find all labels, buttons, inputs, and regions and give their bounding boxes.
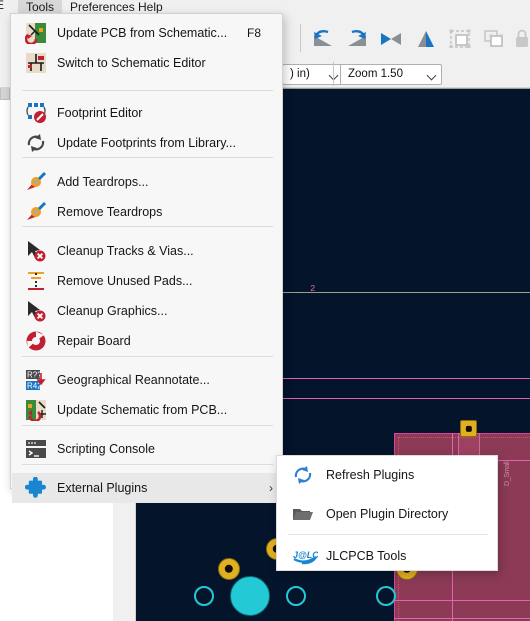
toolbar-mirror-vertical-icon[interactable] — [413, 28, 439, 50]
zoom-select-value: Zoom 1.50 — [348, 68, 403, 80]
scripting-console-icon — [25, 438, 47, 460]
update-schematic-from-pcb-icon — [25, 399, 47, 423]
remove-unused-pads-icon — [25, 270, 47, 292]
menu-item-cleanup-tracks-vias[interactable]: Cleanup Tracks & Vias... — [12, 236, 283, 266]
via-ring-b — [286, 586, 306, 606]
menu-item-label: Remove Unused Pads... — [57, 274, 193, 288]
svg-text:R??: R?? — [27, 371, 42, 380]
via-ring-a — [194, 586, 214, 606]
submenu-item-refresh-plugins[interactable]: Refresh Plugins — [278, 460, 498, 490]
submenu-item-label: JLCPCB Tools — [326, 549, 407, 563]
chevron-down-icon — [426, 70, 437, 81]
switch-to-schematic-editor-icon — [25, 52, 47, 74]
menu-item-label: Add Teardrops... — [57, 175, 149, 189]
menu-item-repair-board[interactable]: Repair Board — [12, 326, 283, 356]
update-footprints-from-library-icon — [25, 132, 47, 154]
menu-item-geographical-reannotate[interactable]: R?? R42 Geographical Reannotate... — [12, 365, 283, 395]
menu-separator — [22, 425, 273, 426]
submenu-item-open-plugin-directory[interactable]: Open Plugin Directory — [278, 499, 498, 529]
menubar: E Tools Preferences Help — [0, 0, 530, 14]
menu-item-label: Repair Board — [57, 334, 131, 348]
toolbar-redo-icon[interactable] — [344, 28, 370, 50]
footprint-editor-icon — [25, 102, 47, 124]
menu-item-label: Cleanup Graphics... — [57, 304, 168, 318]
menu-separator — [22, 90, 273, 91]
geographical-reannotate-icon: R?? R42 — [25, 369, 47, 391]
menu-item-footprint-editor[interactable]: Footprint Editor — [12, 98, 283, 128]
cleanup-tracks-vias-icon — [25, 240, 47, 262]
tools-menu-popup[interactable]: Update PCB from Schematic... F8 Switch t… — [10, 13, 283, 503]
pad-a — [218, 558, 240, 580]
jlcpcb-tools-icon: J@LC — [292, 545, 319, 567]
refresh-plugins-icon — [292, 464, 314, 486]
menu-item-label: Scripting Console — [57, 442, 155, 456]
external-plugins-icon — [24, 476, 47, 499]
menu-separator — [22, 356, 273, 357]
submenu-item-label: Refresh Plugins — [326, 468, 415, 482]
open-plugin-directory-icon — [292, 503, 314, 525]
menubar-item-help[interactable]: Help — [130, 0, 171, 14]
menu-item-label: Remove Teardrops — [57, 205, 163, 219]
menu-item-label: Update PCB from Schematic... — [57, 26, 228, 40]
repair-board-icon — [25, 330, 47, 352]
menu-item-label: Geographical Reannotate... — [57, 373, 210, 387]
submenu-item-label: Open Plugin Directory — [326, 507, 449, 521]
via-ring-c — [376, 586, 396, 606]
via-large — [230, 576, 270, 616]
menu-item-external-plugins[interactable]: External Plugins › — [12, 473, 283, 503]
add-teardrops-icon — [25, 171, 47, 193]
menu-separator — [22, 464, 273, 465]
menu-item-remove-teardrops[interactable]: Remove Teardrops — [12, 197, 283, 227]
menu-item-update-schematic-from-pcb[interactable]: Update Schematic from PCB... — [12, 395, 283, 425]
toolbar-group-items-icon[interactable] — [448, 28, 474, 50]
toolbar-ungroup-items-icon[interactable] — [482, 28, 508, 50]
chevron-right-icon: › — [269, 481, 273, 495]
update-pcb-from-schematic-icon — [24, 22, 47, 46]
pad-d2-1 — [460, 420, 477, 437]
silk-d-small: D_Small — [504, 461, 511, 486]
submenu-item-jlcpcb-tools[interactable]: J@LC JLCPCB Tools — [278, 541, 498, 571]
menu-item-label: Footprint Editor — [57, 106, 143, 120]
menubar-item-fragment[interactable]: E — [0, 0, 4, 12]
menu-item-cleanup-graphics[interactable]: Cleanup Graphics... — [12, 296, 283, 326]
remove-teardrops-icon — [25, 201, 47, 223]
menu-item-label: Cleanup Tracks & Vias... — [57, 244, 194, 258]
grid-select[interactable]: ) in) — [282, 64, 344, 85]
cleanup-graphics-icon — [25, 300, 47, 322]
menu-item-add-teardrops[interactable]: Add Teardrops... — [12, 167, 283, 197]
kicad-pcb-editor-window: 2 D2 D2 D_Small — [0, 0, 530, 621]
menu-item-remove-unused-pads[interactable]: Remove Unused Pads... — [12, 266, 283, 296]
menu-item-label: Switch to Schematic Editor — [57, 56, 206, 70]
menu-item-scripting-console[interactable]: Scripting Console — [12, 434, 283, 464]
menu-item-switch-to-schematic-editor[interactable]: Switch to Schematic Editor — [12, 48, 283, 78]
toolbar-undo-icon[interactable] — [310, 28, 336, 50]
menu-item-update-pcb-from-schematic[interactable]: Update PCB from Schematic... F8 — [12, 18, 283, 48]
canvas-net-label: 2 — [310, 284, 316, 294]
menu-item-label: Update Footprints from Library... — [57, 136, 237, 150]
svg-text:J@LC: J@LC — [293, 550, 318, 560]
menu-item-accel: F8 — [246, 26, 261, 40]
toolbar-mirror-horizontal-icon[interactable] — [378, 28, 404, 50]
menu-item-label: Update Schematic from PCB... — [57, 403, 228, 417]
grid-select-value: ) in) — [290, 68, 310, 80]
menu-item-update-footprints-from-library[interactable]: Update Footprints from Library... — [12, 128, 283, 158]
toolbar-lock-icon[interactable] — [514, 28, 530, 50]
external-plugins-submenu[interactable]: Refresh Plugins Open Plugin Directory J@… — [276, 455, 498, 571]
submenu-separator — [288, 534, 488, 535]
zoom-select[interactable]: Zoom 1.50 — [340, 64, 442, 85]
menubar-item-tools[interactable]: Tools — [18, 0, 63, 14]
menu-item-label: External Plugins — [57, 481, 148, 495]
